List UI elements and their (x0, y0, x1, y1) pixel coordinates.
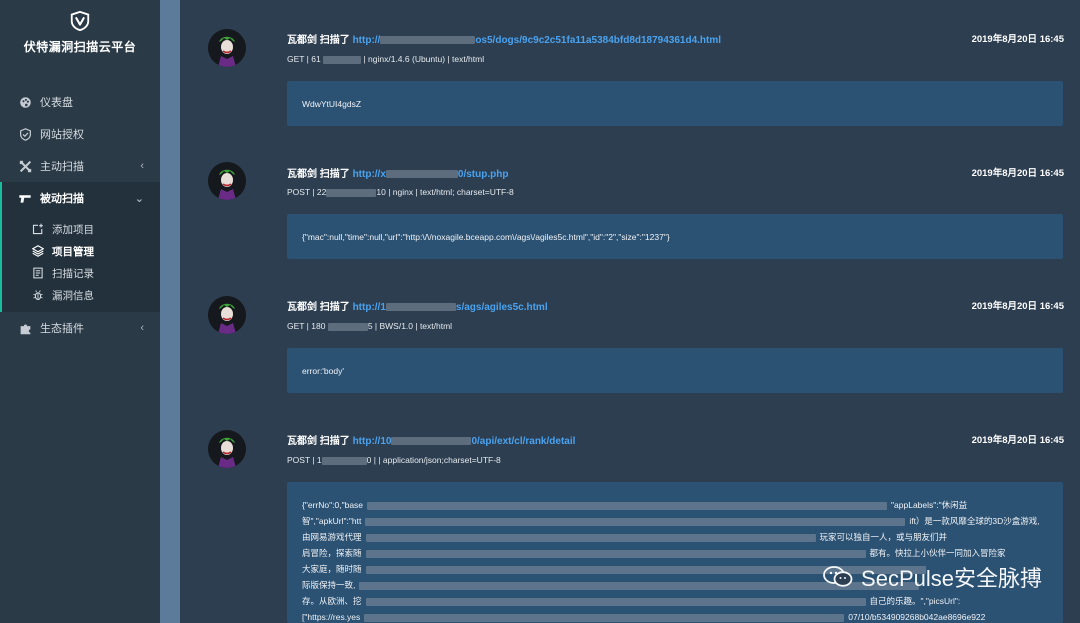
entry-meta: GET | 180 5 | BWS/1.0 | text/html (287, 321, 453, 331)
scanned-url-link[interactable]: http://1 s/ags/agiles5c.html (353, 302, 548, 313)
entry-headline: 瓦都剑 扫描了 http://1 s/ags/agiles5c.html (287, 298, 548, 313)
scanned-url-link[interactable]: http://os5/dogs/9c9c2c51fa11a5384bfd8d18… (353, 35, 721, 46)
nav-label: 网站授权 (40, 129, 84, 141)
puzzle-icon (18, 321, 32, 335)
sub-item-vuln-info[interactable]: 漏洞信息 (2, 284, 160, 306)
response-body-text: WdwYtUI4gdsZ (302, 98, 362, 109)
scan-feed: 瓦都剑 扫描了 http://os5/dogs/9c9c2c51fa11a538… (180, 0, 1080, 623)
entry-action: 扫描了 (319, 302, 350, 313)
nav-item-plugins[interactable]: 生态插件 ‹ (0, 312, 160, 344)
nav-label: 被动扫描 (40, 193, 84, 205)
layers-icon (32, 245, 44, 257)
entry-action: 扫描了 (319, 436, 350, 447)
response-body-line: 存。从欧洲、挖 自己的乐趣。","picsUrl": (302, 596, 961, 606)
entry-meta: GET | 61 | nginx/1.4.6 (Ubuntu) | text/h… (287, 54, 485, 64)
nav-item-site-auth[interactable]: 网站授权 (0, 118, 160, 150)
wechat-icon (823, 566, 853, 587)
sub-item-label: 扫描记录 (52, 267, 94, 280)
nav-label: 仪表盘 (40, 97, 73, 109)
entry-headline: 瓦都剑 扫描了 http://10 0/api/ext/cl/rank/detai… (287, 432, 575, 447)
chevron-left-icon: ‹ (140, 322, 144, 334)
sub-item-scan-records[interactable]: 扫描记录 (2, 262, 160, 284)
entry-headline: 瓦都剑 扫描了 http://x 0/stup.php (287, 165, 508, 180)
nav-item-dashboard[interactable]: 仪表盘 (0, 86, 160, 118)
entry-timestamp: 2019年8月20日 16:45 (971, 34, 1064, 45)
sidebar-divider (160, 0, 180, 623)
entry-timestamp: 2019年8月20日 16:45 (971, 435, 1064, 446)
chevron-left-icon: ‹ (140, 160, 144, 172)
crossed-tools-icon (18, 159, 32, 173)
bug-icon (32, 289, 44, 301)
sidebar: 伏特漏洞扫描云平台 仪表盘 网站授权 主动扫描 ‹ 被动扫描 ⌄ 添加项目 项目… (0, 0, 160, 623)
document-list-icon (32, 267, 44, 279)
response-body-line: {"errNo":0,"base "appLabels":"休闲益 (302, 500, 968, 510)
sub-item-label: 添加项目 (52, 223, 94, 236)
entry-timestamp: 2019年8月20日 16:45 (971, 168, 1064, 179)
watermark: SecPulse安全脉搏 (823, 561, 1042, 593)
passive-scan-submenu: 添加项目 项目管理 扫描记录 漏洞信息 (0, 214, 160, 312)
sub-item-add-project[interactable]: 添加项目 (2, 218, 160, 240)
entry-headline: 瓦都剑 扫描了 http://os5/dogs/9c9c2c51fa11a538… (287, 31, 721, 46)
avatar (208, 162, 246, 200)
entry-meta: POST | 10 | | application/json;charset=U… (287, 455, 501, 465)
avatar (208, 430, 246, 468)
response-body-line: 肩冒险，探索随 都有。快拉上小伙伴一同加入冒险家 (302, 548, 1006, 558)
gun-icon (18, 191, 32, 205)
scanned-url-link[interactable]: http://10 0/api/ext/cl/rank/detail (353, 436, 576, 447)
shield-check-icon (18, 127, 32, 141)
entry-user: 瓦都剑 (287, 436, 317, 447)
entry-user: 瓦都剑 (287, 35, 317, 46)
chevron-down-icon: ⌄ (134, 192, 144, 205)
brand-title: 伏特漏洞扫描云平台 (23, 40, 137, 54)
main-nav: 仪表盘 网站授权 主动扫描 ‹ 被动扫描 ⌄ 添加项目 项目管理 扫描记录 漏洞… (0, 86, 160, 344)
entry-user: 瓦都剑 (287, 169, 317, 180)
response-body: error:'body' (287, 348, 1063, 393)
entry-action: 扫描了 (319, 169, 350, 180)
watermark-text: SecPulse安全脉搏 (861, 566, 1042, 591)
scanned-url-link[interactable]: http://x 0/stup.php (353, 169, 509, 180)
entry-action: 扫描了 (319, 35, 350, 46)
avatar (208, 29, 246, 67)
response-body-line: 由网易游戏代理 玩家可以独自一人，或与朋友们并 (302, 532, 948, 542)
nav-label: 生态插件 (40, 323, 84, 335)
sub-item-label: 项目管理 (52, 245, 94, 258)
response-body: {"mac":null,"time":null,"url":"http:\/\/… (287, 214, 1063, 259)
palette-icon (18, 95, 32, 109)
response-body: WdwYtUI4gdsZ (287, 81, 1063, 126)
entry-meta: POST | 22 10 | nginx | text/html; charset… (287, 187, 514, 197)
nav-item-passive-scan[interactable]: 被动扫描 ⌄ (0, 182, 160, 214)
response-body-text: {"mac":null,"time":null,"url":"http:\/\/… (302, 231, 670, 242)
shield-v-logo-icon (70, 10, 90, 32)
response-body: {"errNo":0,"base "appLabels":"休闲益 智","apk… (287, 482, 1063, 623)
entry-timestamp: 2019年8月20日 16:45 (971, 301, 1064, 312)
add-search-icon (32, 223, 44, 235)
avatar (208, 296, 246, 334)
nav-label: 主动扫描 (40, 161, 84, 173)
brand: 伏特漏洞扫描云平台 (0, 0, 160, 72)
nav-item-active-scan[interactable]: 主动扫描 ‹ (0, 150, 160, 182)
response-body-line: ["https://res.yes 07/10/b534909268b042ae8… (302, 612, 986, 622)
entry-user: 瓦都剑 (287, 302, 317, 313)
sub-item-label: 漏洞信息 (52, 289, 94, 302)
sub-item-project-manage[interactable]: 项目管理 (2, 240, 160, 262)
response-body-text: error:'body' (302, 365, 344, 376)
response-body-line: 智","apkUrl":"htt ift）是一款风靡全球的3D沙盒游戏, (302, 516, 1040, 526)
